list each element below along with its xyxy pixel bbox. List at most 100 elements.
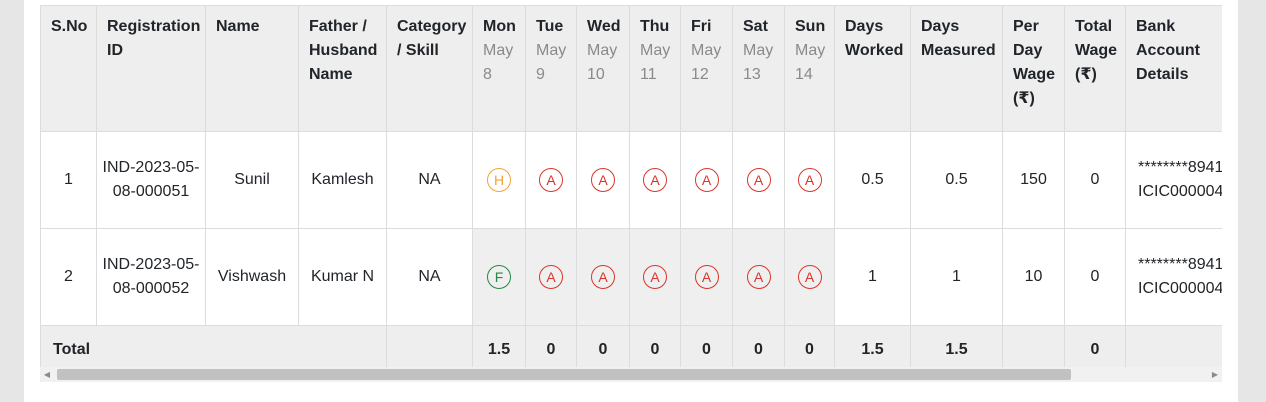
totals-per-day-wage-empty (1002, 325, 1065, 367)
header-name: Name (205, 5, 299, 132)
totals-wed: 0 (576, 325, 630, 367)
totals-tue: 0 (525, 325, 577, 367)
cell-category: NA (386, 228, 473, 326)
header-day-fri: Fri May 12 (680, 5, 733, 132)
header-date: May 8 (483, 42, 514, 83)
header-registration-id: Registration ID (96, 5, 206, 132)
attendance-full-day-badge: F (487, 264, 511, 289)
header-father-husband: Father / Husband Name (298, 5, 387, 132)
cell-days-measured: 1 (910, 228, 1003, 326)
header-day-tue: Tue May 9 (525, 5, 577, 132)
cell-days-worked: 1 (834, 228, 911, 326)
table-row: 2 IND-2023-05-08-000052 Vishwash Kumar N… (40, 228, 1222, 326)
cell-attendance-thu: A (629, 228, 681, 326)
totals-sun: 0 (784, 325, 835, 367)
horizontal-scrollbar[interactable]: ◀ ▶ (40, 367, 1222, 382)
attendance-absent-badge: A (591, 167, 615, 192)
arrow-right-icon[interactable]: ▶ (1208, 367, 1222, 382)
cell-sno: 2 (40, 228, 97, 326)
totals-days-worked: 1.5 (834, 325, 911, 367)
attendance-absent-badge: A (643, 167, 667, 192)
totals-fri: 0 (680, 325, 733, 367)
header-days-worked: Days Worked (834, 5, 911, 132)
attendance-absent-badge: A (539, 167, 563, 192)
header-date: May 14 (795, 42, 826, 83)
cell-attendance-sun: A (784, 228, 835, 326)
header-day-mon: Mon May 8 (472, 5, 526, 132)
cell-attendance-fri: A (680, 131, 733, 229)
cell-total-wage: 0 (1064, 228, 1126, 326)
header-bank-account: Bank Account Details (1125, 5, 1222, 132)
attendance-absent-badge: A (694, 264, 719, 289)
attendance-absent-badge: A (746, 167, 771, 192)
cell-category: NA (386, 131, 473, 229)
cell-name: Vishwash (205, 228, 299, 326)
cell-days-measured: 0.5 (910, 131, 1003, 229)
totals-sat: 0 (732, 325, 785, 367)
attendance-panel: S.No Registration ID Name Father / Husba… (24, 0, 1238, 402)
header-row: S.No Registration ID Name Father / Husba… (40, 5, 1222, 132)
header-date: May 11 (640, 42, 671, 83)
cell-attendance-wed: A (576, 131, 630, 229)
cell-father-husband: Kamlesh (298, 131, 387, 229)
bank-account-number: ********8941 (1138, 159, 1222, 176)
totals-thu: 0 (629, 325, 681, 367)
header-day-sun: Sun May 14 (784, 5, 835, 132)
attendance-half-day-badge: H (487, 167, 511, 192)
header-per-day-wage: Per Day Wage (₹) (1002, 5, 1065, 132)
totals-category-empty (386, 325, 473, 367)
totals-row: Total 1.5 0 0 0 0 0 0 1.5 1.5 0 (40, 325, 1222, 367)
bank-ifsc: ICIC0000045 (1138, 280, 1222, 297)
cell-attendance-sun: A (784, 131, 835, 229)
cell-attendance-sat: A (732, 228, 785, 326)
attendance-absent-badge: A (591, 264, 615, 289)
totals-label: Total (40, 325, 387, 367)
cell-attendance-tue: A (525, 131, 577, 229)
table-scroll-container[interactable]: S.No Registration ID Name Father / Husba… (40, 5, 1222, 367)
bank-account-number: ********8941 (1138, 256, 1222, 273)
cell-attendance-wed: A (576, 228, 630, 326)
cell-attendance-fri: A (680, 228, 733, 326)
scrollbar-thumb[interactable] (57, 369, 1071, 380)
arrow-left-icon[interactable]: ◀ (40, 367, 54, 382)
header-date: May 12 (691, 42, 722, 83)
cell-name: Sunil (205, 131, 299, 229)
table-row: 1 IND-2023-05-08-000051 Sunil Kamlesh NA… (40, 131, 1222, 229)
cell-registration-id: IND-2023-05-08-000051 (96, 131, 206, 229)
cell-bank-details: ********8941 ICIC0000045 (1125, 228, 1222, 326)
totals-total-wage: 0 (1064, 325, 1126, 367)
attendance-absent-badge: A (746, 264, 771, 289)
header-day-thu: Thu May 11 (629, 5, 681, 132)
cell-per-day-wage: 10 (1002, 228, 1065, 326)
cell-per-day-wage: 150 (1002, 131, 1065, 229)
cell-sno: 1 (40, 131, 97, 229)
cell-attendance-sat: A (732, 131, 785, 229)
header-days-measured: Days Measured (910, 5, 1003, 132)
header-day-sat: Sat May 13 (732, 5, 785, 132)
attendance-absent-badge: A (797, 264, 822, 289)
cell-total-wage: 0 (1064, 131, 1126, 229)
totals-mon: 1.5 (472, 325, 526, 367)
header-day-wed: Wed May 10 (576, 5, 630, 132)
header-total-wage: Total Wage (₹) (1064, 5, 1126, 132)
header-sno: S.No (40, 5, 97, 132)
header-date: May 13 (743, 42, 774, 83)
cell-attendance-thu: A (629, 131, 681, 229)
cell-attendance-tue: A (525, 228, 577, 326)
cell-father-husband: Kumar N (298, 228, 387, 326)
header-date: May 9 (536, 42, 567, 83)
cell-days-worked: 0.5 (834, 131, 911, 229)
cell-attendance-mon: F (472, 228, 526, 326)
attendance-absent-badge: A (694, 167, 719, 192)
totals-days-measured: 1.5 (910, 325, 1003, 367)
attendance-absent-badge: A (797, 167, 822, 192)
cell-registration-id: IND-2023-05-08-000052 (96, 228, 206, 326)
header-date: May 10 (587, 42, 618, 83)
header-category: Category / Skill (386, 5, 473, 132)
cell-bank-details: ********8941 ICIC0000045 (1125, 131, 1222, 229)
totals-bank-empty (1125, 325, 1222, 367)
bank-ifsc: ICIC0000045 (1138, 183, 1222, 200)
attendance-absent-badge: A (539, 264, 563, 289)
attendance-absent-badge: A (643, 264, 667, 289)
attendance-table: S.No Registration ID Name Father / Husba… (40, 5, 1222, 367)
